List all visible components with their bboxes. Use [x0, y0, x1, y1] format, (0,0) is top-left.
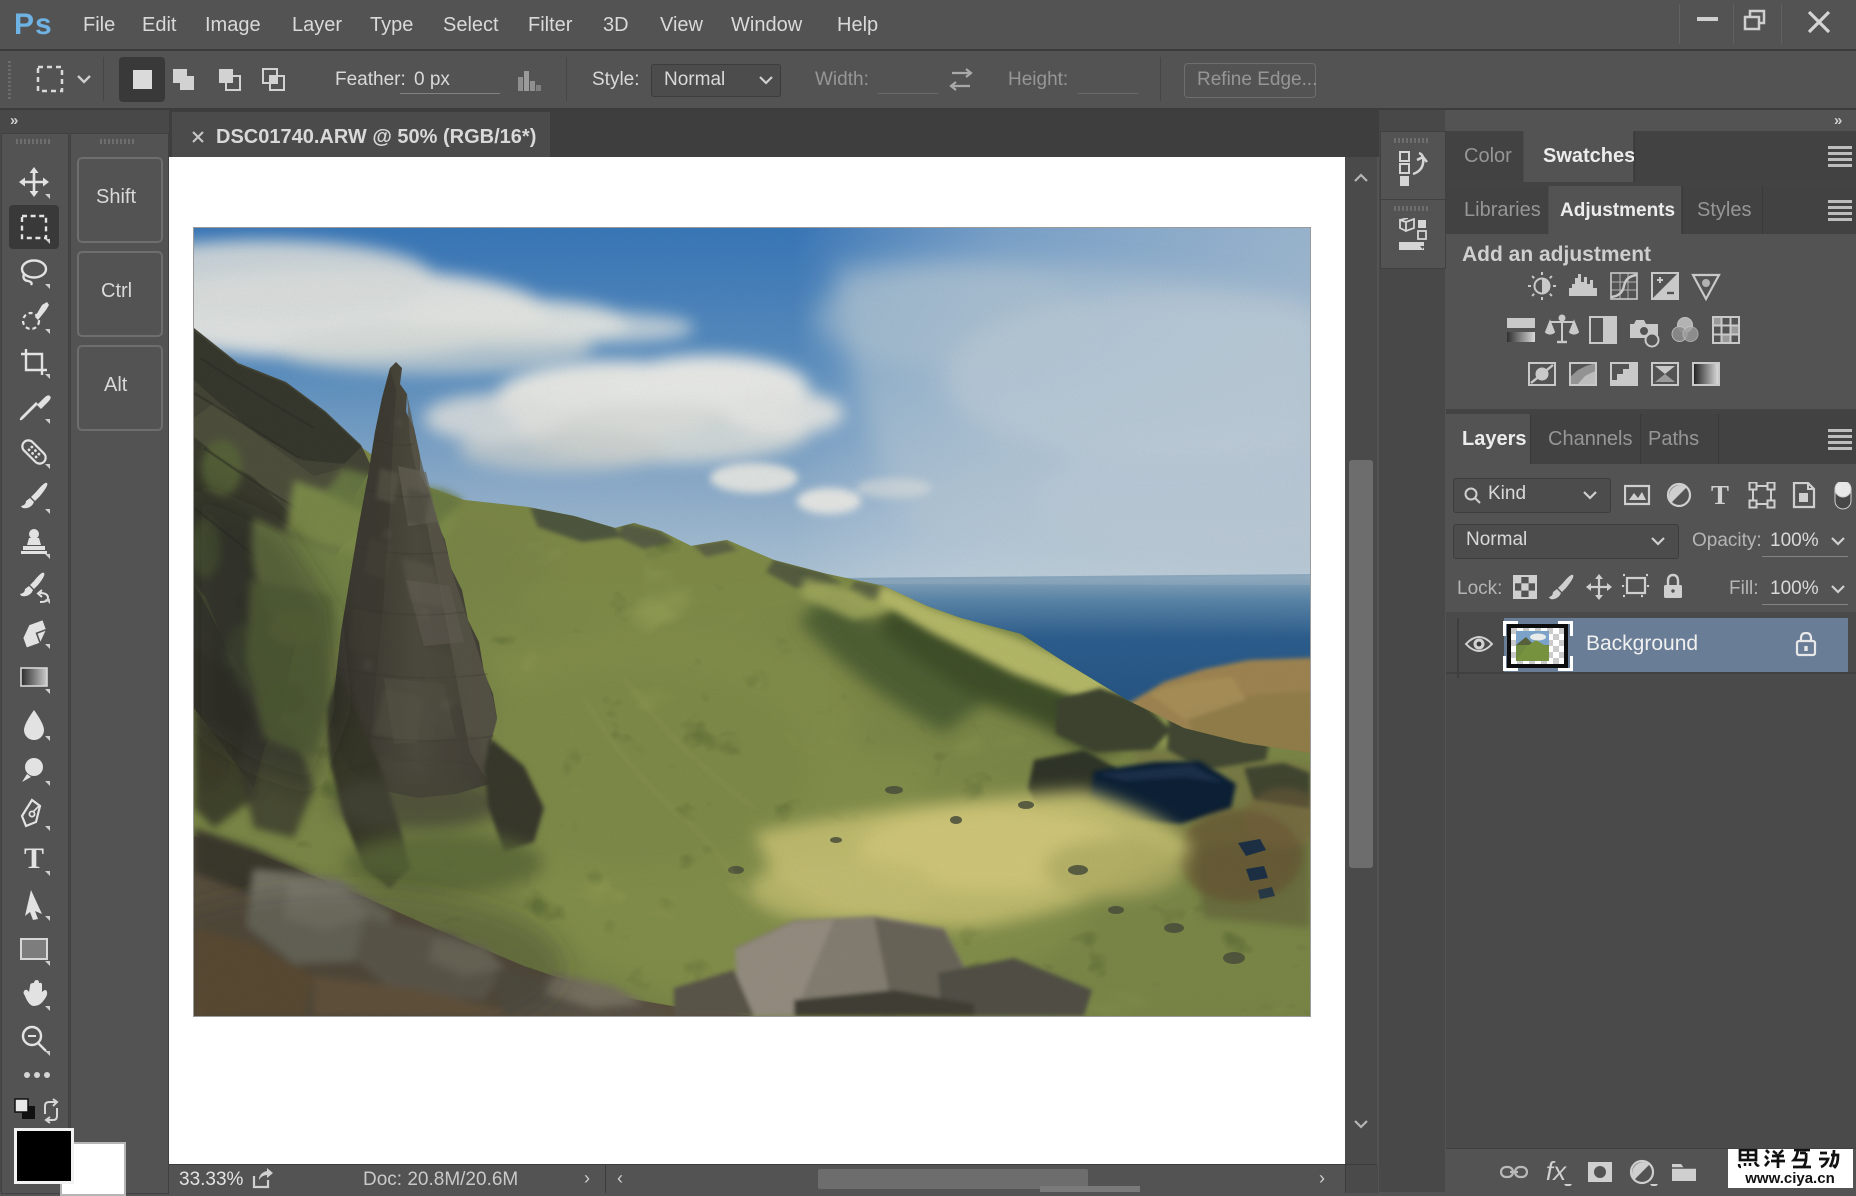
svg-text:T: T [1711, 482, 1729, 510]
svg-text:www.ciya.cn: www.ciya.cn [1744, 1170, 1834, 1187]
svg-text:fx: fx [1546, 1158, 1567, 1186]
svg-text:T: T [24, 842, 44, 875]
